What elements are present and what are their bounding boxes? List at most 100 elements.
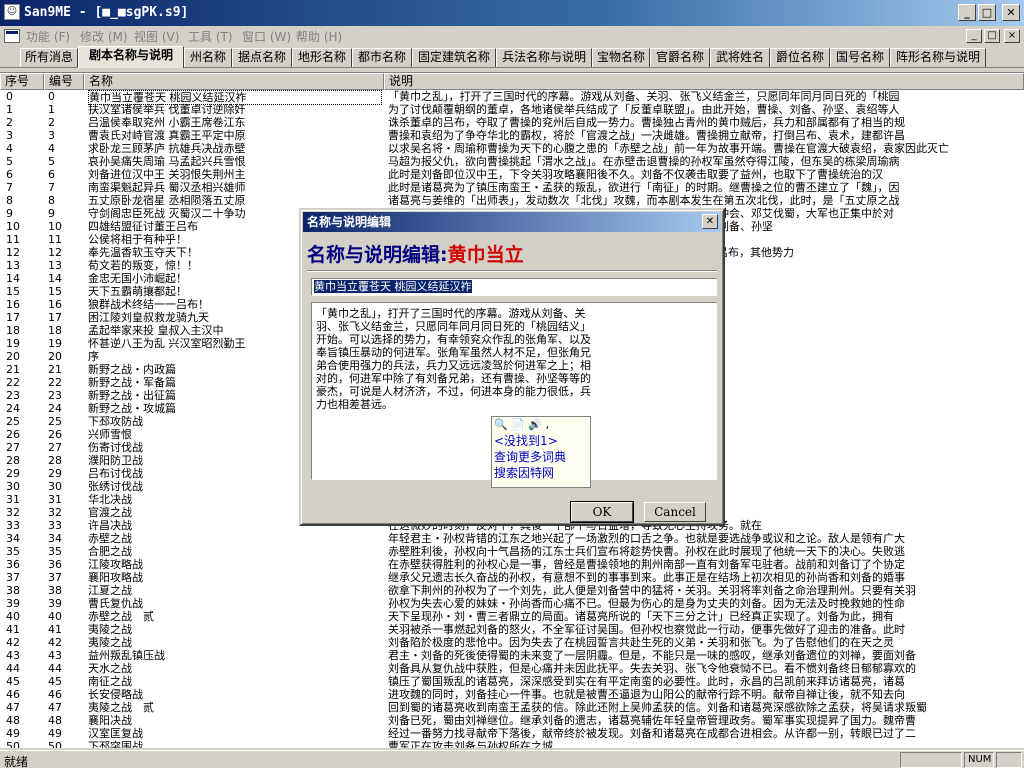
table-row[interactable]: 35 35 合肥之战 赤壁胜利後，孙权向十气昌扬的江东士兵们宣布将趁势快曹。孙权在此时… — [0, 545, 1024, 558]
cancel-button[interactable]: Cancel — [644, 502, 706, 522]
tab-city-names[interactable]: 都市名称 — [352, 48, 412, 67]
table-row[interactable]: 7 7 南蛮渠魁起异兵 蜀汉丞相兴雄师 此时是诸葛亮为了镇压南蛮王・孟获的叛乱，欲进行… — [0, 181, 1024, 194]
table-row[interactable]: 49 49 汉室匡复战 经过一番努力找寻献帝下落後，献帝终於被发现。刘备和诸葛亮在成都… — [0, 727, 1024, 740]
row-number: 12 — [48, 246, 62, 259]
table-row[interactable]: 8 8 五丈原卧龙宿星 丞相陨落五丈原 诸葛亮与姜维的「出师表」，发动数次「北伐」攻魏… — [0, 194, 1024, 207]
tab-tactic-names[interactable]: 兵法名称与说明 — [496, 48, 592, 67]
table-row[interactable]: 40 40 赤壁之战 贰 天下呈现孙・刘・曹三者鼎立的局面。诸葛亮所说的「天下三分之计… — [0, 610, 1024, 623]
table-row[interactable]: 1 1 扶汉室诸侯举兵 伐董卓讨逆除奸 为了讨伐颠覆朝纲的董卓，各地诸侯举兵结成了「反… — [0, 103, 1024, 116]
tab-stronghold-names[interactable]: 据点名称 — [232, 48, 292, 67]
menu-modify[interactable]: 修改 (M) — [80, 28, 128, 45]
row-description: 进攻魏的同时，刘备挂心一件事。也就是被曹丕逼退为山阳公的献帝行踪不明。献帝自禅让… — [388, 688, 905, 701]
title-bar[interactable]: ☺ San9ME - [■_■sgPK.s9] _ □ ✕ — [0, 0, 1024, 26]
row-description: 镇压了蜀国叛乱的诸葛亮，深深感受到实在有平定南蛮的必要性。此时，永昌的吕凯前来拜… — [388, 675, 905, 688]
table-row[interactable]: 2 2 吕温侯奉取兖州 小霸王席卷江东 诛杀董卓的吕布，夺取了曹操的兖州后自成一势力。… — [0, 116, 1024, 129]
mdi-close-button[interactable]: × — [1004, 29, 1020, 43]
column-header-name[interactable]: 名称 — [84, 73, 384, 90]
minimize-button[interactable]: _ — [958, 4, 976, 21]
row-number: 40 — [48, 610, 62, 623]
row-name: 夷陵之战 — [88, 623, 132, 636]
mdi-minimize-button[interactable]: _ — [966, 29, 982, 43]
table-row[interactable]: 45 45 南征之战 镇压了蜀国叛乱的诸葛亮，深深感受到实在有平定南蛮的必要性。此时，… — [0, 675, 1024, 688]
tab-bar: 所有消息 剧本名称与说明 州名称 据点名称 地形名称 都市名称 固定建筑名称 兵… — [0, 46, 1024, 68]
row-description: 年轻君主・孙权背错的江东之地兴起了一场激烈的口舌之争。也就是要选战争或议和之论。… — [388, 532, 905, 545]
row-description: 继承父兄遗志长久奋战的孙权，有意想不到的事事到来。此事正是在结场上初次相见的孙尚… — [388, 571, 905, 584]
tab-officer-names[interactable]: 武将姓名 — [710, 48, 770, 67]
document-icon[interactable] — [4, 29, 20, 43]
row-index: 49 — [6, 727, 20, 740]
tab-building-names[interactable]: 固定建筑名称 — [412, 48, 496, 67]
menu-view[interactable]: 视图 (V) — [134, 28, 179, 45]
dialog-title-bar[interactable]: 名称与说明编辑 ✕ — [303, 212, 721, 232]
table-row[interactable]: 38 38 江夏之战 欲拿下荆州的孙权为了一个刘先，此人便是刘备营中的猛将・关羽。关羽… — [0, 584, 1024, 597]
tab-terrain-names[interactable]: 地形名称 — [292, 48, 352, 67]
table-row[interactable]: 34 34 赤壁之战 年轻君主・孙权背错的江东之地兴起了一场激烈的口舌之争。也就是要选… — [0, 532, 1024, 545]
row-index: 11 — [6, 233, 20, 246]
menu-window[interactable]: 窗口 (W) — [242, 28, 291, 45]
table-row[interactable]: 0 0 黄巾当立覆苍天 桃园义结延汉祚 「黄巾之乱」，打开了三国时代的序幕。游戏从刘备… — [0, 90, 1024, 105]
table-row[interactable]: 5 5 哀孙吴痛失周瑜 马孟起兴兵雪恨 马超为报父仇，欲向曹操挑起「渭水之战」。在赤壁… — [0, 155, 1024, 168]
table-row[interactable]: 43 43 益州叛乱镇压战 君主・刘备的死後使得蜀的未来变了一层阴霾。但是，不能只是一… — [0, 649, 1024, 662]
person-icon[interactable]: ☺ — [4, 4, 20, 20]
table-row[interactable]: 37 37 襄阳攻略战 继承父兄遗志长久奋战的孙权，有意想不到的事事到来。此事正是在结… — [0, 571, 1024, 584]
row-number: 28 — [48, 454, 62, 467]
row-number: 6 — [48, 168, 55, 181]
column-header-index[interactable]: 序号 — [0, 73, 44, 90]
tab-nation-names[interactable]: 国号名称 — [830, 48, 890, 67]
popup-more-dictionaries-link[interactable]: 查询更多词典 — [494, 449, 590, 465]
row-number: 24 — [48, 402, 62, 415]
table-row[interactable]: 47 47 夷陵之战 贰 回到蜀的诸葛亮收到南蛮王孟获的信。除此还附上吴帅孟获的信。刘… — [0, 701, 1024, 714]
row-index: 9 — [6, 207, 13, 220]
menu-function[interactable]: 功能 (F) — [26, 28, 70, 45]
column-header-description[interactable]: 说明 — [384, 73, 1024, 90]
row-description: 此时是刘备即位汉中王，下令关羽攻略襄阳後不久。刘备不仅袭击取要了益州，也取下了曹… — [388, 168, 883, 181]
table-row[interactable]: 46 46 长安侵略战 进攻魏的同时，刘备挂心一件事。也就是被曹丕逼退为山阳公的献帝行… — [0, 688, 1024, 701]
tab-rank-names[interactable]: 官爵名称 — [650, 48, 710, 67]
row-name: 五丈原卧龙宿星 丞相陨落五丈原 — [88, 194, 246, 207]
ok-button[interactable]: OK — [570, 501, 634, 523]
row-description: 君主・刘备的死後使得蜀的未来变了一层阴霾。但是，不能只是一味的感叹，继承刘备遗位… — [388, 649, 916, 662]
row-number: 46 — [48, 688, 62, 701]
maximize-button[interactable]: □ — [978, 4, 996, 21]
tab-scenario-names[interactable]: 剧本名称与说明 — [78, 46, 184, 68]
popup-search-web-link[interactable]: 搜索因特网 — [494, 465, 590, 481]
tab-treasure-names[interactable]: 宝物名称 — [592, 48, 650, 67]
row-index: 41 — [6, 623, 20, 636]
row-number: 35 — [48, 545, 62, 558]
table-row[interactable]: 42 42 夷陵之战 刘备陷於极度的悲怆中。因为失去了在桃园誓言共赴生死的义弟・关羽和… — [0, 636, 1024, 649]
dialog-close-button[interactable]: ✕ — [702, 214, 718, 229]
row-name: 南蛮渠魁起异兵 蜀汉丞相兴雄师 — [88, 181, 246, 194]
row-number: 49 — [48, 727, 62, 740]
row-name: 哀孙吴痛失周瑜 马孟起兴兵雪恨 — [88, 155, 246, 168]
table-row[interactable]: 4 4 求卧龙三顾茅庐 抗雄兵决战赤壁 以求吴名将・周瑜称曹操为天下的心腹之患的「赤壁… — [0, 142, 1024, 155]
menu-help[interactable]: 帮助 (H) — [296, 28, 342, 45]
table-row[interactable]: 36 36 江陵攻略战 在赤壁获得胜利的孙权心是一事，曾经是曹操领地的荆州南部一直有刘… — [0, 558, 1024, 571]
name-input[interactable]: 黄巾当立覆苍天 桃园义结延汉祚 — [311, 278, 717, 296]
row-name: 下邳突围战 — [88, 740, 143, 748]
tab-state-names[interactable]: 州名称 — [184, 48, 232, 67]
row-number: 48 — [48, 714, 62, 727]
row-index: 26 — [6, 428, 20, 441]
row-index: 33 — [6, 519, 20, 532]
menu-tools[interactable]: 工具 (T) — [188, 28, 233, 45]
mdi-restore-button[interactable]: □ — [984, 29, 1000, 43]
row-name: 天水之战 — [88, 662, 132, 675]
row-number: 34 — [48, 532, 62, 545]
row-name: 长安侵略战 — [88, 688, 143, 701]
table-row[interactable]: 6 6 刘备进位汉中王 关羽恨失荆州主 此时是刘备即位汉中王，下令关羽攻略襄阳後不久。… — [0, 168, 1024, 181]
table-row[interactable]: 50 50 下邳突围战 曹军正在攻击刘备与孙权所在之城... — [0, 740, 1024, 748]
row-index: 14 — [6, 272, 20, 285]
table-row[interactable]: 39 39 曹氏复仇战 孙权为失去心爱的妹妹・孙尚香而心痛不已。但最为伤心的是身为丈夫… — [0, 597, 1024, 610]
tab-all-messages[interactable]: 所有消息 — [20, 48, 78, 67]
table-row[interactable]: 41 41 夷陵之战 关羽被杀一事燃起刘备的怒火，不全军征讨吴国。但孙权也察觉此一行动… — [0, 623, 1024, 636]
table-row[interactable]: 44 44 天水之战 刘备具从复仇战中获胜，但是心痛并未因此抚平。失去关羽、张飞令他衰… — [0, 662, 1024, 675]
row-name: 夷陵之战 — [88, 636, 132, 649]
tab-formation-names[interactable]: 阵形名称与说明 — [890, 48, 986, 67]
row-number: 19 — [48, 337, 62, 350]
popup-toolbar-icons[interactable]: 🔍 📄 🔊 , — [494, 417, 590, 433]
close-button[interactable]: ✕ — [1002, 4, 1020, 21]
tab-title-names[interactable]: 爵位名称 — [770, 48, 830, 67]
table-row[interactable]: 48 48 襄阳决战 刘备已死，蜀由刘禅继位。继承刘备的遗志，诸葛亮辅佐年轻皇帝管理政… — [0, 714, 1024, 727]
column-header-number[interactable]: 编号 — [44, 73, 84, 90]
table-row[interactable]: 3 3 曹袁氏对峙官渡 真霸王平定中原 曹操和袁绍为了争夺华北的霸权，将於「官渡之战」… — [0, 129, 1024, 142]
